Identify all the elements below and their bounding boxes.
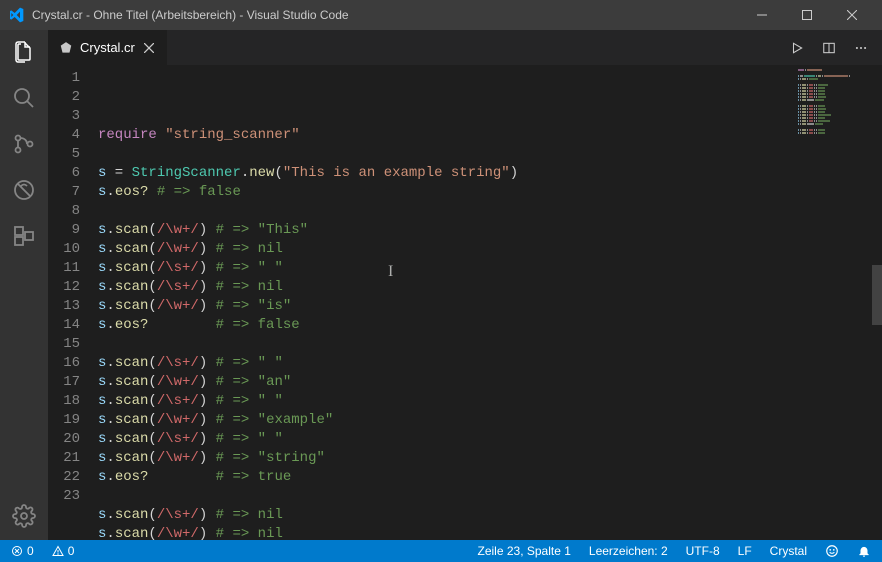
line-number: 20 — [48, 430, 80, 449]
vscode-logo-icon — [8, 7, 24, 23]
code-line[interactable]: s = StringScanner.new("This is an exampl… — [98, 164, 882, 183]
line-number: 9 — [48, 221, 80, 240]
line-number: 17 — [48, 373, 80, 392]
line-number: 23 — [48, 487, 80, 506]
code-line[interactable]: s.scan(/\w+/) # => "an" — [98, 373, 882, 392]
status-errors[interactable]: 0 — [8, 540, 37, 562]
line-number: 18 — [48, 392, 80, 411]
tab-bar: Crystal.cr — [48, 30, 882, 65]
status-warnings[interactable]: 0 — [49, 540, 78, 562]
code-line[interactable]: s.scan(/\s+/) # => nil — [98, 278, 882, 297]
tab-close-icon[interactable] — [141, 40, 157, 56]
status-cursor-position[interactable]: Zeile 23, Spalte 1 — [475, 540, 574, 562]
code-line[interactable]: s.eos? # => false — [98, 316, 882, 335]
line-number: 14 — [48, 316, 80, 335]
code-line[interactable]: s.scan(/\s+/) # => " " — [98, 430, 882, 449]
status-eol[interactable]: LF — [735, 540, 755, 562]
close-button[interactable] — [829, 0, 874, 30]
more-actions-icon[interactable] — [852, 39, 870, 57]
status-encoding[interactable]: UTF-8 — [683, 540, 723, 562]
code-line[interactable]: s.scan(/\s+/) # => " " — [98, 392, 882, 411]
code-line[interactable]: s.scan(/\s+/) # => nil — [98, 506, 882, 525]
line-number: 19 — [48, 411, 80, 430]
code-line[interactable]: require "string_scanner" — [98, 126, 882, 145]
source-control-icon[interactable] — [10, 130, 38, 158]
code-line[interactable] — [98, 145, 882, 164]
status-bar: 0 0 Zeile 23, Spalte 1 Leerzeichen: 2 UT… — [0, 540, 882, 562]
line-number: 4 — [48, 126, 80, 145]
code-line[interactable]: s.eos? # => false — [98, 183, 882, 202]
explorer-icon[interactable] — [10, 38, 38, 66]
errors-count: 0 — [27, 544, 34, 558]
line-number: 13 — [48, 297, 80, 316]
settings-gear-icon[interactable] — [10, 502, 38, 530]
code-line[interactable]: s.scan(/\w+/) # => "is" — [98, 297, 882, 316]
tab-crystal[interactable]: Crystal.cr — [48, 30, 168, 65]
line-number: 3 — [48, 107, 80, 126]
vertical-scrollbar[interactable] — [868, 65, 882, 540]
line-number: 8 — [48, 202, 80, 221]
code-line[interactable]: s.scan(/\w+/) # => "string" — [98, 449, 882, 468]
maximize-button[interactable] — [784, 0, 829, 30]
line-number: 12 — [48, 278, 80, 297]
line-number: 7 — [48, 183, 80, 202]
code-line[interactable] — [98, 202, 882, 221]
activity-bar — [0, 30, 48, 540]
line-number: 11 — [48, 259, 80, 278]
code-line[interactable] — [98, 335, 882, 354]
code-line[interactable] — [98, 487, 882, 506]
code-line[interactable]: s.scan(/\w+/) # => "example" — [98, 411, 882, 430]
status-feedback-icon[interactable] — [822, 540, 842, 562]
titlebar: Crystal.cr - Ohne Titel (Arbeitsbereich)… — [0, 0, 882, 30]
run-icon[interactable] — [788, 39, 806, 57]
line-number: 6 — [48, 164, 80, 183]
code-line[interactable]: s.scan(/\w+/) # => nil — [98, 525, 882, 540]
status-language[interactable]: Crystal — [767, 540, 810, 562]
search-icon[interactable] — [10, 84, 38, 112]
window-title: Crystal.cr - Ohne Titel (Arbeitsbereich)… — [32, 8, 739, 22]
extensions-icon[interactable] — [10, 222, 38, 250]
code-line[interactable]: s.scan(/\s+/) # => " " — [98, 354, 882, 373]
line-number: 5 — [48, 145, 80, 164]
line-number: 21 — [48, 449, 80, 468]
line-number: 22 — [48, 468, 80, 487]
tab-filename: Crystal.cr — [80, 40, 135, 55]
editor-area: Crystal.cr 12345678910111213141516171819… — [48, 30, 882, 540]
line-number: 2 — [48, 88, 80, 107]
code-content[interactable]: require "string_scanner"s = StringScanne… — [98, 69, 882, 540]
code-line[interactable]: s.scan(/\w+/) # => nil — [98, 240, 882, 259]
split-editor-icon[interactable] — [820, 39, 838, 57]
line-number-gutter: 1234567891011121314151617181920212223 — [48, 69, 98, 540]
status-indentation[interactable]: Leerzeichen: 2 — [586, 540, 671, 562]
status-notifications-icon[interactable] — [854, 540, 874, 562]
line-number: 1 — [48, 69, 80, 88]
debug-icon[interactable] — [10, 176, 38, 204]
code-line[interactable]: s.eos? # => true — [98, 468, 882, 487]
line-number: 16 — [48, 354, 80, 373]
warnings-count: 0 — [68, 544, 75, 558]
file-crystal-icon — [58, 40, 74, 56]
line-number: 15 — [48, 335, 80, 354]
code-editor[interactable]: 1234567891011121314151617181920212223 re… — [48, 65, 882, 540]
minimize-button[interactable] — [739, 0, 784, 30]
window-controls — [739, 0, 874, 30]
minimap[interactable] — [798, 69, 868, 219]
line-number: 10 — [48, 240, 80, 259]
editor-actions — [776, 30, 882, 65]
scrollbar-thumb[interactable] — [872, 265, 882, 325]
code-line[interactable]: s.scan(/\s+/) # => " " — [98, 259, 882, 278]
code-line[interactable]: s.scan(/\w+/) # => "This" — [98, 221, 882, 240]
